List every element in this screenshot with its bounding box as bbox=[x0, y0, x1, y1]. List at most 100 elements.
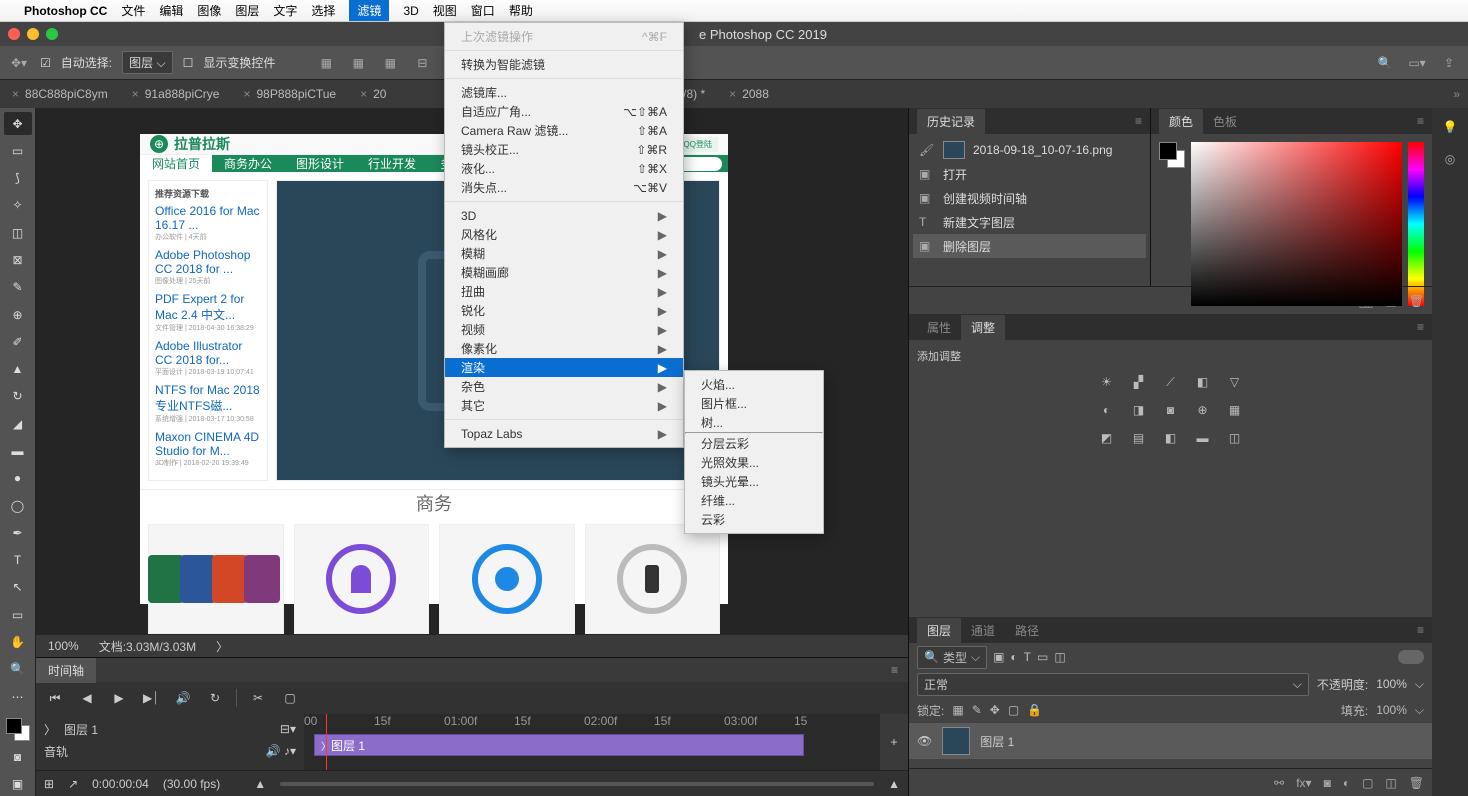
mask-icon[interactable]: ◙ bbox=[1324, 776, 1331, 790]
menu-item[interactable]: 自适应广角...⌥⇧⌘A bbox=[445, 102, 683, 121]
lock-paint-icon[interactable]: ✎ bbox=[972, 703, 982, 717]
doc-tab[interactable]: ×20 bbox=[348, 80, 398, 108]
lasso-tool-icon[interactable]: ⟆ bbox=[4, 167, 32, 190]
submenu-item[interactable]: 图片框... bbox=[685, 394, 823, 413]
healing-tool-icon[interactable]: ⊕ bbox=[4, 303, 32, 326]
menu-edit[interactable]: 编辑 bbox=[159, 2, 183, 19]
menu-view[interactable]: 视图 bbox=[433, 2, 457, 19]
shape-tool-icon[interactable]: ▭ bbox=[4, 603, 32, 626]
new-layer-icon[interactable]: ◫ bbox=[1385, 776, 1396, 790]
play-icon[interactable]: ▶ bbox=[108, 691, 130, 705]
submenu-item[interactable]: 云彩 bbox=[685, 510, 823, 529]
menu-item[interactable]: 滤镜库... bbox=[445, 83, 683, 102]
trash-icon[interactable]: 🗑 bbox=[1409, 776, 1424, 790]
panel-menu-icon[interactable]: ≡ bbox=[1417, 320, 1424, 334]
checkbox-transform[interactable]: ☐ bbox=[183, 56, 194, 70]
chevron-right-icon[interactable]: 〉 bbox=[216, 638, 228, 655]
submenu-item[interactable]: 光照效果... bbox=[685, 453, 823, 472]
history-item[interactable]: T新建文字图层 bbox=[913, 210, 1146, 234]
hand-tool-icon[interactable]: ✋ bbox=[4, 630, 32, 653]
photo-filter-icon[interactable]: ◙ bbox=[1160, 400, 1182, 420]
vibrance-icon[interactable]: ▽ bbox=[1224, 372, 1246, 392]
colorlookup-icon[interactable]: ▦ bbox=[1224, 400, 1246, 420]
color-swatch[interactable] bbox=[6, 718, 30, 741]
mac-menubar[interactable]: Photoshop CC 文件 编辑 图像 图层 文字 选择 滤镜 3D 视图 … bbox=[0, 0, 1468, 22]
fill-value[interactable]: 100% bbox=[1376, 703, 1407, 717]
minimize-icon[interactable] bbox=[27, 28, 39, 40]
history-brush-icon[interactable]: ↻ bbox=[4, 385, 32, 408]
zoom-slider[interactable] bbox=[280, 782, 874, 786]
channels-tab[interactable]: 通道 bbox=[961, 618, 1005, 643]
panel-menu-icon[interactable]: ≡ bbox=[1417, 623, 1424, 637]
submenu-item[interactable]: 分层云彩 bbox=[685, 434, 823, 453]
history-item[interactable]: ▣删除图层 bbox=[913, 234, 1146, 258]
submenu-item[interactable]: 树... bbox=[685, 413, 823, 432]
blur-tool-icon[interactable]: ● bbox=[4, 467, 32, 490]
trash-icon[interactable]: 🗑 bbox=[1409, 294, 1424, 308]
playhead[interactable] bbox=[326, 714, 327, 770]
hue-slider[interactable] bbox=[1408, 142, 1424, 306]
filter-pixel-icon[interactable]: ▣ bbox=[993, 650, 1004, 664]
app-name[interactable]: Photoshop CC bbox=[24, 4, 107, 18]
align-icon[interactable]: ▦ bbox=[347, 52, 369, 74]
panel-menu-icon[interactable]: ≡ bbox=[1417, 114, 1424, 128]
render-icon[interactable]: ↗ bbox=[68, 777, 78, 791]
loop-icon[interactable]: ↻ bbox=[204, 691, 226, 705]
visibility-icon[interactable]: 👁 bbox=[917, 734, 932, 748]
curves-icon[interactable]: ⟋ bbox=[1160, 372, 1182, 392]
pen-tool-icon[interactable]: ✒ bbox=[4, 521, 32, 544]
menu-item[interactable]: 其它▶ bbox=[445, 396, 683, 415]
move-tool-icon[interactable]: ✥▾ bbox=[8, 52, 30, 74]
timeline-ruler-area[interactable]: 0015f01:00f15f02:00f15f03:00f15 〉 图层 1 bbox=[304, 714, 880, 770]
timeline-clip[interactable]: 〉 图层 1 bbox=[314, 734, 804, 756]
doc-tab[interactable]: ×98P888piCTue bbox=[231, 80, 348, 108]
share-icon[interactable]: ⇪ bbox=[1438, 52, 1460, 74]
layers-tab[interactable]: 图层 bbox=[917, 618, 961, 643]
first-frame-icon[interactable]: ⏮ bbox=[44, 691, 66, 706]
menu-item[interactable]: 转换为智能滤镜 bbox=[445, 55, 683, 74]
gradient-map-icon[interactable]: ▬ bbox=[1192, 428, 1214, 448]
brightness-icon[interactable]: ☀ bbox=[1096, 372, 1118, 392]
timeline-tab[interactable]: 时间轴 bbox=[36, 658, 96, 683]
frame-tool-icon[interactable]: ⊠ bbox=[4, 248, 32, 271]
menu-item[interactable]: 3D▶ bbox=[445, 206, 683, 225]
posterize-icon[interactable]: ▤ bbox=[1128, 428, 1150, 448]
exposure-icon[interactable]: ◧ bbox=[1192, 372, 1214, 392]
search-icon[interactable]: 🔍 bbox=[1374, 52, 1396, 74]
path-tool-icon[interactable]: ↖ bbox=[4, 576, 32, 599]
lock-transparent-icon[interactable]: ▦ bbox=[952, 703, 963, 717]
crop-tool-icon[interactable]: ◫ bbox=[4, 221, 32, 244]
paths-tab[interactable]: 路径 bbox=[1005, 618, 1049, 643]
add-track-icon[interactable]: + bbox=[880, 714, 908, 770]
history-tab[interactable]: 历史记录 bbox=[917, 109, 985, 134]
transition-icon[interactable]: ▢ bbox=[279, 691, 301, 705]
screenmode-icon[interactable]: ▣ bbox=[4, 773, 32, 796]
lock-artboard-icon[interactable]: ▢ bbox=[1008, 703, 1019, 717]
layer-filter-type[interactable]: 🔍 类型 ⌵ bbox=[917, 646, 987, 669]
panel-menu-icon[interactable]: ≡ bbox=[881, 663, 908, 677]
workspace-icon[interactable]: ▭▾ bbox=[1406, 52, 1428, 74]
history-item[interactable]: ▣打开 bbox=[913, 162, 1146, 186]
menu-type[interactable]: 文字 bbox=[273, 2, 297, 19]
doc-size[interactable]: 文档:3.03M/3.03M bbox=[99, 638, 196, 655]
distribute-icon[interactable]: ⊟ bbox=[411, 52, 433, 74]
menu-image[interactable]: 图像 bbox=[197, 2, 221, 19]
menu-item[interactable]: 上次滤镜操作^⌘F bbox=[445, 27, 683, 46]
track-row[interactable]: 〉图层 1⊟▾ bbox=[44, 718, 296, 740]
opacity-value[interactable]: 100% bbox=[1376, 677, 1407, 691]
menu-3d[interactable]: 3D bbox=[403, 4, 418, 18]
layer-row[interactable]: 👁 图层 1 bbox=[909, 723, 1432, 759]
history-source[interactable]: 🖌2018-09-18_10-07-16.png bbox=[913, 138, 1146, 162]
brush-tool-icon[interactable]: ✐ bbox=[4, 330, 32, 353]
menu-select[interactable]: 选择 bbox=[311, 2, 335, 19]
audio-row[interactable]: 音轨🔊 ♪▾ bbox=[44, 740, 296, 762]
submenu-item[interactable]: 纤维... bbox=[685, 491, 823, 510]
fx-icon[interactable]: fx▾ bbox=[1296, 776, 1311, 790]
next-frame-icon[interactable]: ▶⏐ bbox=[140, 691, 162, 706]
filter-toggle[interactable] bbox=[1398, 650, 1424, 664]
frame-counter-icon[interactable]: ⊞ bbox=[44, 777, 54, 791]
menu-window[interactable]: 窗口 bbox=[471, 2, 495, 19]
tabs-overflow-icon[interactable]: » bbox=[1445, 87, 1468, 101]
doc-tab[interactable]: ×2088 bbox=[717, 80, 781, 108]
history-item[interactable]: ▣创建视频时间轴 bbox=[913, 186, 1146, 210]
